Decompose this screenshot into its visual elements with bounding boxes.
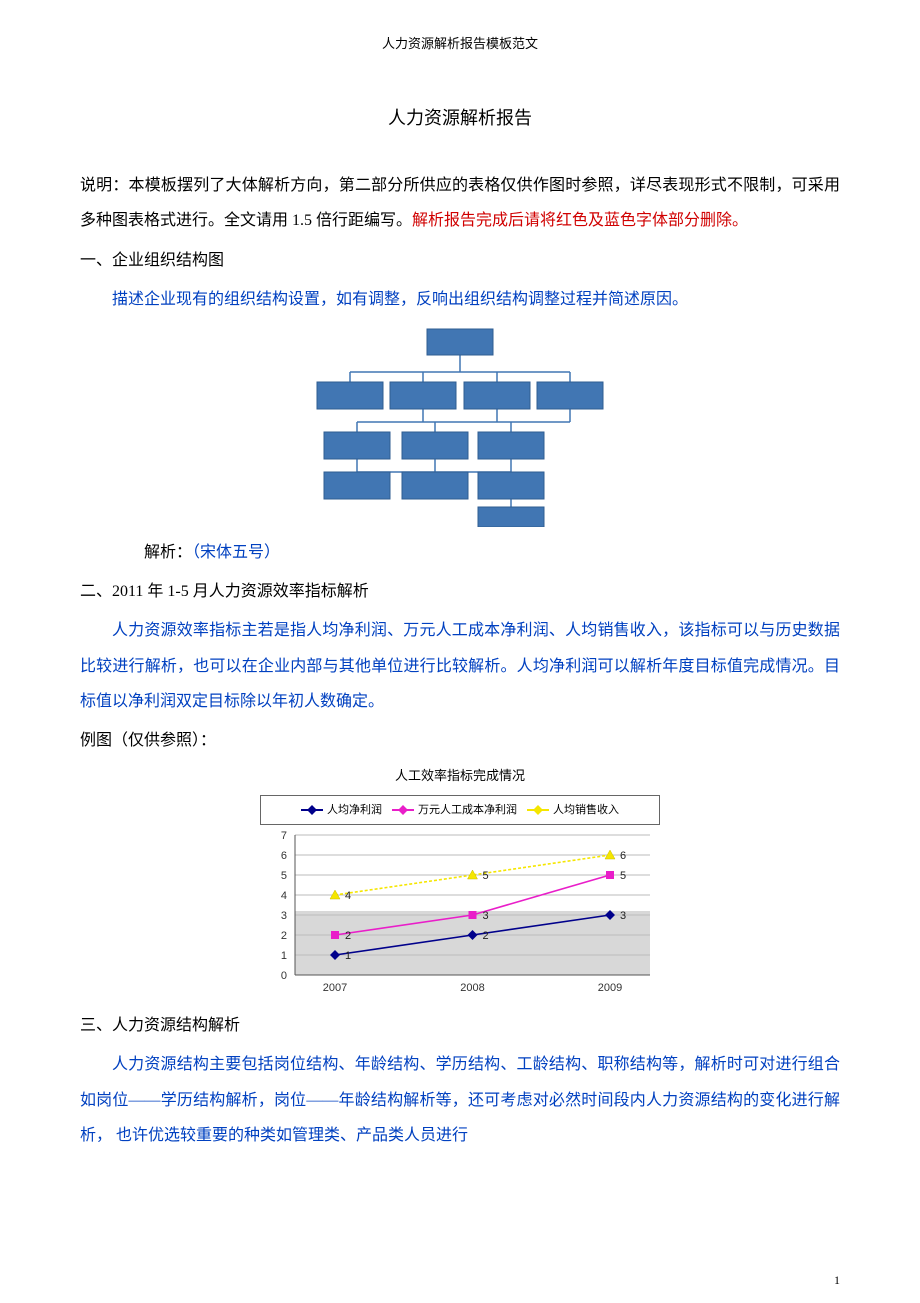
legend-marker-1 [301,809,323,811]
svg-text:4: 4 [345,890,351,902]
doc-header: 人力资源解析报告模板范文 [80,30,840,59]
section-1-blue-text: 描述企业现有的组织结构设置，如有调整，反响出组织结构调整过程并简述原因。 [80,282,840,317]
svg-text:1: 1 [281,950,287,962]
svg-text:5: 5 [483,870,489,882]
svg-text:5: 5 [620,870,626,882]
chart-legend: 人均净利润 万元人工成本净利润 人均销售收入 [260,795,660,825]
analysis-note: （宋体五号） [192,544,280,561]
svg-text:6: 6 [281,850,287,862]
section-2-blue-text: 人力资源效率指标主若是指人均净利润、万元人工成本净利润、人均销售收入，该指标可以… [80,613,840,719]
intro-paragraph: 说明：本模板摆列了大体解析方向，第二部分所供应的表格仅供作图时参照，详尽表现形式… [80,168,840,238]
section-1-head: 一、企业组织结构图 [80,243,840,278]
legend-marker-2 [392,809,414,811]
svg-text:3: 3 [620,910,626,922]
svg-text:2009: 2009 [598,982,622,994]
svg-text:7: 7 [281,830,287,842]
section-3-head: 三、人力资源结构解析 [80,1008,840,1043]
legend-marker-3 [527,809,549,811]
svg-text:0: 0 [281,970,287,982]
svg-text:6: 6 [620,850,626,862]
chart-title: 人工效率指标完成情况 [260,762,660,791]
svg-text:4: 4 [281,890,287,902]
section-3-blue-text: 人力资源结构主要包括岗位结构、年龄结构、学历结构、工龄结构、职称结构等，解析时可… [80,1047,840,1153]
svg-text:1: 1 [345,950,351,962]
svg-text:2: 2 [345,930,351,942]
svg-text:3: 3 [483,910,489,922]
section-1-analysis-line: 解析：（宋体五号） [80,535,840,570]
svg-text:5: 5 [281,870,287,882]
legend-label-1: 人均净利润 [327,798,382,822]
svg-text:2: 2 [483,930,489,942]
page-number: 1 [834,1267,840,1293]
legend-label-2: 万元人工成本净利润 [418,798,517,822]
svg-text:2007: 2007 [323,982,347,994]
doc-title: 人力资源解析报告 [80,99,840,139]
org-chart-diagram [80,327,840,527]
intro-red-text: 解析报告完成后请将红色及蓝色字体部分删除。 [412,212,748,229]
line-chart: 人工效率指标完成情况 人均净利润 万元人工成本净利润 人均销售收入 0 1 2 3 4 5… [260,762,660,1004]
legend-label-3: 人均销售收入 [553,798,619,822]
svg-text:2008: 2008 [460,982,484,994]
section-2-example-label: 例图（仅供参照）： [80,723,840,758]
section-2-head: 二、2011 年 1-5 月人力资源效率指标解析 [80,574,840,609]
analysis-label: 解析： [144,544,192,561]
svg-text:3: 3 [281,910,287,922]
svg-text:2: 2 [281,930,287,942]
